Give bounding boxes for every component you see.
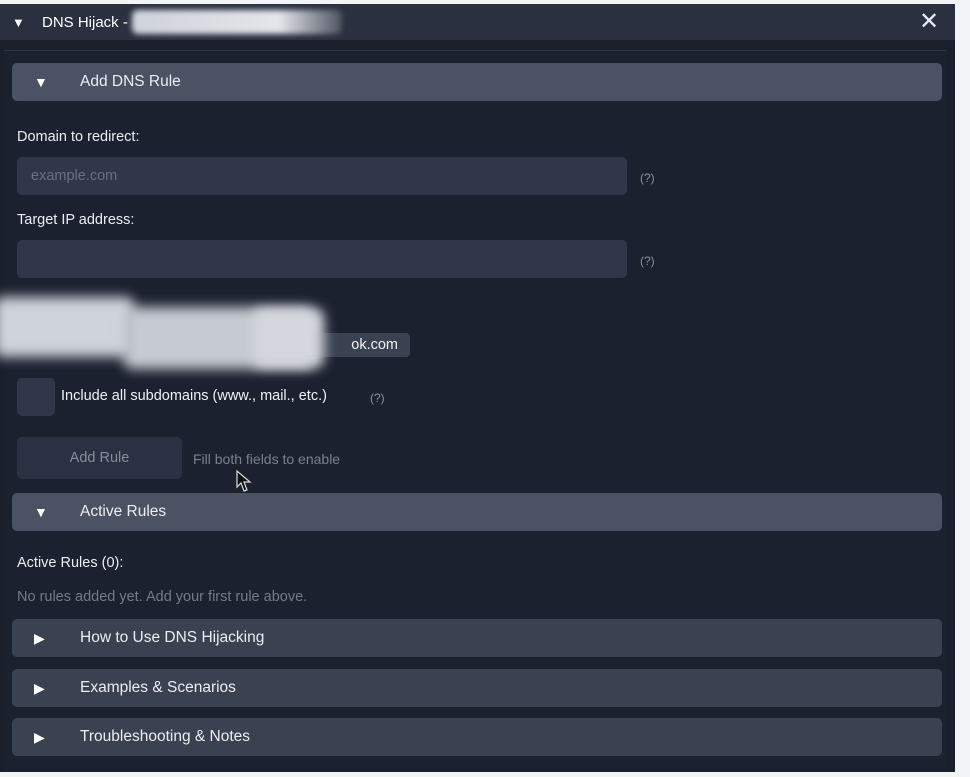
section-title: Examples & Scenarios xyxy=(80,679,236,696)
section-title: How to Use DNS Hijacking xyxy=(80,629,265,646)
redacted-area xyxy=(0,297,134,357)
dns-hijack-window: ▼ DNS Hijack - ✕ ▼ Add DNS Rule Domain t… xyxy=(0,4,955,772)
section-header-troubleshooting[interactable]: ▶ Troubleshooting & Notes xyxy=(12,718,942,756)
target-ip-label: Target IP address: xyxy=(17,212,135,228)
section-header-active-rules[interactable]: ▼ Active Rules xyxy=(12,493,942,531)
include-subdomains-label[interactable]: Include all subdomains (www., mail., etc… xyxy=(61,388,327,404)
mouse-cursor-icon xyxy=(236,469,252,492)
quick-domain-text: ok.com xyxy=(351,337,398,353)
add-rule-hint: Fill both fields to enable xyxy=(193,451,341,467)
domain-label: Domain to redirect: xyxy=(17,129,140,145)
collapsed-triangle-icon: ▶ xyxy=(34,629,45,646)
add-rule-button[interactable]: Add Rule xyxy=(17,437,182,479)
title-bar[interactable]: ▼ DNS Hijack - ✕ xyxy=(0,4,955,40)
expanded-triangle-icon: ▼ xyxy=(34,504,48,520)
target-ip-input[interactable] xyxy=(17,240,627,278)
section-header-how-to-use[interactable]: ▶ How to Use DNS Hijacking xyxy=(12,619,942,657)
collapse-triangle-icon[interactable]: ▼ xyxy=(12,15,32,30)
section-header-add-dns-rule[interactable]: ▼ Add DNS Rule xyxy=(12,63,942,101)
redacted-area xyxy=(254,309,324,367)
domain-input[interactable] xyxy=(17,157,627,195)
collapsed-triangle-icon: ▶ xyxy=(34,679,45,696)
close-button[interactable]: ✕ xyxy=(915,8,943,36)
section-title: Active Rules xyxy=(80,503,167,520)
window-content: ▼ Add DNS Rule Domain to redirect: (?) T… xyxy=(0,50,946,771)
section-title: Troubleshooting & Notes xyxy=(80,728,251,745)
section-title: Add DNS Rule xyxy=(80,73,181,90)
close-icon: ✕ xyxy=(918,8,940,35)
include-subdomains-checkbox[interactable] xyxy=(17,378,55,416)
active-rules-empty-message: No rules added yet. Add your first rule … xyxy=(17,589,308,605)
domain-help-icon[interactable]: (?) xyxy=(640,171,655,185)
section-header-examples[interactable]: ▶ Examples & Scenarios xyxy=(12,669,942,707)
collapsed-triangle-icon: ▶ xyxy=(34,728,45,745)
expanded-triangle-icon: ▼ xyxy=(34,74,48,90)
active-rules-count: Active Rules (0): xyxy=(17,555,124,571)
window-title: DNS Hijack - xyxy=(42,13,128,31)
redacted-title-text xyxy=(131,10,342,34)
include-subdomains-help-icon[interactable]: (?) xyxy=(370,391,385,405)
target-ip-help-icon[interactable]: (?) xyxy=(640,254,655,268)
